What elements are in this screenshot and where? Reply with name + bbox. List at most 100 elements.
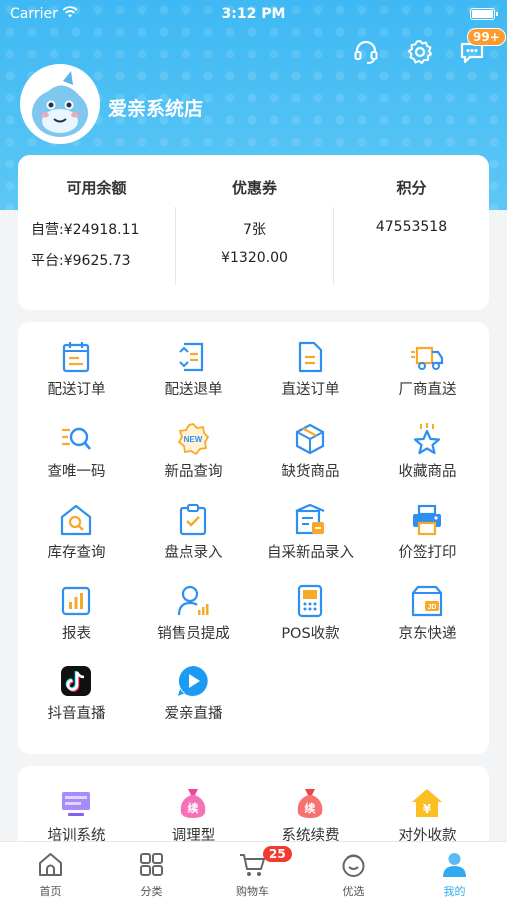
live-play-icon <box>178 666 208 696</box>
points-value: 47553518 <box>375 219 448 235</box>
salesperson-icon <box>177 585 209 616</box>
available-balance-title: 可用余额 <box>66 179 127 197</box>
menu-item-price-tag-print[interactable]: 价签打印 <box>369 503 486 579</box>
tab-profile[interactable]: 我的 <box>404 842 505 900</box>
home-icon <box>39 853 62 876</box>
svg-text:续: 续 <box>305 801 316 815</box>
menu-item-inventory-query[interactable]: 库存查询 <box>18 503 135 579</box>
menu-item-delivery-return[interactable]: 配送退单 <box>135 340 252 416</box>
menu-label: 配送订单 <box>47 382 106 398</box>
clipboard-check-icon <box>179 504 207 536</box>
menu-label: 厂商直送 <box>398 382 457 398</box>
new-badge-icon: NEW <box>177 423 210 456</box>
tab-label: 我的 <box>443 885 466 898</box>
menu-item-delivery-order[interactable]: 配送订单 <box>18 340 135 416</box>
menu-item-aiqin-live[interactable]: 爱亲直播 <box>135 664 252 740</box>
menu-label: 销售员提成 <box>157 626 230 642</box>
menu-label: 直送订单 <box>281 382 340 398</box>
svg-text:JD: JD <box>428 604 437 611</box>
douyin-icon <box>61 666 91 696</box>
cart-count-badge: 25 <box>263 846 292 862</box>
settings-gear-icon[interactable] <box>406 38 434 66</box>
menu-item-favorites[interactable]: 收藏商品 <box>369 422 486 498</box>
delivery-order-icon <box>62 342 90 373</box>
menu-label: 缺货商品 <box>281 464 340 480</box>
dolphin-mascot-icon <box>32 71 88 137</box>
menu-label: 价签打印 <box>398 545 457 561</box>
tab-selection[interactable]: 优选 <box>303 842 404 900</box>
tab-label: 优选 <box>342 885 365 898</box>
svg-text:¥: ¥ <box>423 802 432 816</box>
menu-item-salesperson-commission[interactable]: 销售员提成 <box>135 584 252 660</box>
menu-item-direct-order[interactable]: 直送订单 <box>252 340 369 416</box>
menu-item-new-product-query[interactable]: NEW 新品查询 <box>135 422 252 498</box>
bag-icon: 续 <box>180 789 206 818</box>
clock: 3:12 PM <box>221 6 286 22</box>
tab-home[interactable]: 首页 <box>0 842 101 900</box>
self-operated-balance: 自营:¥24918.11 <box>31 222 140 238</box>
search-code-icon <box>62 427 91 450</box>
jd-express-icon: JD <box>411 585 443 617</box>
truck-icon <box>411 346 444 370</box>
category-icon <box>140 853 163 876</box>
menu-item-out-of-stock[interactable]: 缺货商品 <box>252 422 369 498</box>
renew-bag-icon: 续 <box>297 789 323 818</box>
menu-item-report[interactable]: 报表 <box>18 584 135 660</box>
status-bar: Carrier 3:12 PM <box>0 0 507 30</box>
printer-icon <box>413 504 441 536</box>
menu-label: 查唯一码 <box>47 464 106 480</box>
star-icon <box>413 423 441 455</box>
menu-label: 配送退单 <box>164 382 223 398</box>
menu-label: POS收款 <box>281 626 340 642</box>
menu-item-manufacturer-direct[interactable]: 厂商直送 <box>369 340 486 416</box>
store-name: 爱亲系统店 <box>108 98 204 120</box>
svg-text:续: 续 <box>188 801 199 815</box>
menu-item-douyin-live[interactable]: 抖音直播 <box>18 664 135 740</box>
warehouse-search-icon <box>60 504 92 536</box>
tab-category[interactable]: 分类 <box>101 842 202 900</box>
balance-card: 可用余额 自营:¥24918.11 平台:¥9625.73 优惠券 7张 ¥13… <box>18 155 489 310</box>
report-chart-icon <box>61 586 91 616</box>
menu-label: 抖音直播 <box>47 706 106 722</box>
menu-label: 京东快递 <box>398 626 457 642</box>
menu-item-pos-payment[interactable]: POS收款 <box>252 584 369 660</box>
battery-icon <box>470 8 498 20</box>
points-section[interactable]: 积分 47553518 <box>334 155 489 310</box>
menu-label: 库存查询 <box>47 545 106 561</box>
menu-label: 收藏商品 <box>398 464 457 480</box>
coupon-title: 优惠券 <box>231 179 277 197</box>
house-yen-icon: ¥ <box>412 789 442 817</box>
menu-item-self-purchase-entry[interactable]: 自采新品录入 <box>252 503 369 579</box>
available-balance-section[interactable]: 可用余额 自营:¥24918.11 平台:¥9625.73 <box>18 155 175 310</box>
menu-item-stocktake-entry[interactable]: 盘点录入 <box>135 503 252 579</box>
register-icon <box>295 503 325 535</box>
platform-balance: 平台:¥9625.73 <box>31 253 131 269</box>
points-title: 积分 <box>396 179 427 197</box>
menu-label: 自采新品录入 <box>267 545 354 561</box>
profile-icon <box>443 853 466 877</box>
menu-label: 爱亲直播 <box>164 706 223 722</box>
function-menu-card: 配送订单 配送退单 直送订单 厂商直送 查唯一码 NEW 新品查询 缺货商品 收… <box>18 322 489 754</box>
coupon-count: 7张 <box>243 222 266 238</box>
tab-label: 首页 <box>39 885 62 898</box>
svg-text:NEW: NEW <box>184 435 203 444</box>
customer-service-icon[interactable] <box>352 38 380 66</box>
tab-label: 购物车 <box>236 885 269 898</box>
bottom-tab-bar: 首页 分类 购物车 优选 我的 <box>0 841 507 900</box>
menu-label: 新品查询 <box>164 464 223 480</box>
menu-label: 盘点录入 <box>164 545 223 561</box>
box-icon <box>295 423 325 455</box>
message-badge: 99+ <box>467 28 506 46</box>
selection-icon <box>342 854 365 877</box>
coupon-amount: ¥1320.00 <box>221 250 288 266</box>
coupon-section[interactable]: 优惠券 7张 ¥1320.00 <box>176 155 333 310</box>
avatar[interactable] <box>20 64 100 144</box>
pos-icon <box>297 584 323 618</box>
training-icon <box>62 792 90 816</box>
direct-order-icon <box>298 341 323 373</box>
delivery-return-icon <box>179 342 204 372</box>
tab-label: 分类 <box>140 885 163 898</box>
menu-label: 报表 <box>62 626 91 642</box>
menu-item-search-code[interactable]: 查唯一码 <box>18 422 135 498</box>
menu-item-jd-express[interactable]: JD 京东快递 <box>369 584 486 660</box>
